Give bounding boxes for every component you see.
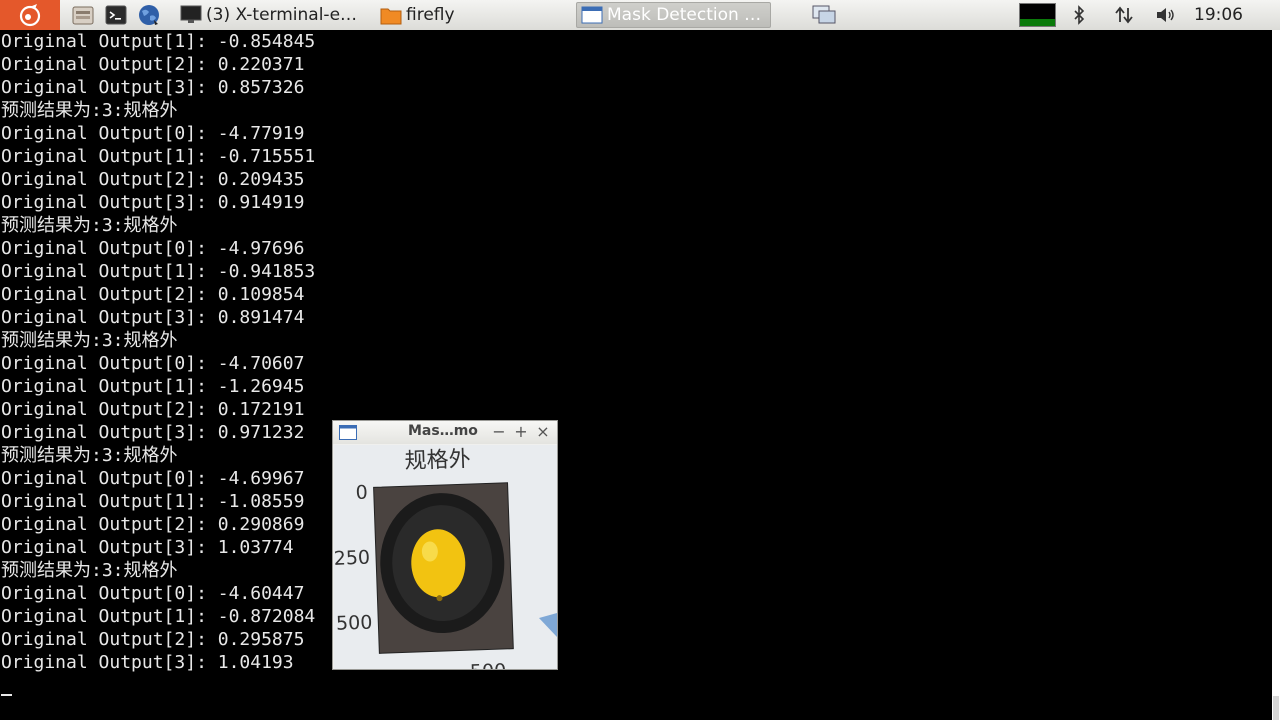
cpu-usage-bar: [1020, 19, 1055, 26]
terminal-line: Original Output[0]: -4.77919: [1, 123, 305, 144]
terminal-line: Original Output[1]: -1.08559: [1, 491, 305, 512]
terminal-line: Original Output[3]: 0.971232: [1, 422, 305, 443]
terminal-line: Original Output[1]: -0.715551: [1, 146, 316, 167]
window-icon: [339, 425, 357, 440]
terminal-line: Original Output[2]: 0.290869: [1, 514, 305, 535]
plot-title: 规格外: [404, 447, 471, 474]
terminal-line: Original Output[2]: 0.172191: [1, 399, 305, 420]
terminal-line: 预测结果为:3:规格外: [1, 560, 178, 581]
terminal-line: 预测结果为:3:规格外: [1, 215, 178, 236]
clock[interactable]: 19:06: [1194, 0, 1243, 30]
terminal-icon[interactable]: [105, 4, 127, 26]
terminal-line: 预测结果为:3:规格外: [1, 330, 178, 351]
bluetooth-icon[interactable]: [1069, 5, 1089, 25]
desktop-switch-icon[interactable]: [811, 4, 837, 26]
terminal-line: Original Output[1]: -1.26945: [1, 376, 305, 397]
task-label: (3) X-terminal-e…: [206, 5, 358, 25]
terminal-line: Original Output[2]: 0.109854: [1, 284, 305, 305]
monitor-icon: [180, 5, 202, 23]
y-tick-label: 250: [334, 547, 370, 570]
taskbar: (3) X-terminal-e… firefly Mask Detection ……: [0, 0, 1280, 31]
cpu-usage-monitor[interactable]: [1019, 3, 1056, 27]
y-tick-label: 500: [336, 612, 373, 635]
task-label: Mask Detection …: [607, 5, 762, 25]
terminal-line: Original Output[2]: 0.209435: [1, 169, 305, 190]
globe-icon[interactable]: [138, 4, 160, 26]
window-icon: [581, 6, 603, 24]
plot-canvas: 规格外 0 250 500 500: [334, 445, 557, 669]
task-button-firefly[interactable]: firefly: [376, 2, 566, 28]
file-manager-icon[interactable]: [72, 4, 94, 26]
terminal-scrollbar-thumb[interactable]: [1273, 696, 1279, 720]
terminal-line: Original Output[1]: -0.941853: [1, 261, 316, 282]
terminal-window[interactable]: Original Output[1]: -0.854845 Original Ou…: [0, 30, 1272, 720]
task-label: firefly: [406, 5, 455, 25]
mask-window-title: Mas…mo: [408, 423, 478, 439]
terminal-line: Original Output[3]: 0.857326: [1, 77, 305, 98]
terminal-cursor: [1, 694, 12, 696]
plot-figure: 规格外 0 250 500 500: [334, 445, 557, 669]
terminal-line: Original Output[3]: 1.04193: [1, 652, 294, 673]
terminal-line: 预测结果为:3:规格外: [1, 445, 178, 466]
folder-icon: [380, 8, 402, 25]
mask-window-titlebar[interactable]: Mas…mo − + ×: [333, 421, 557, 444]
terminal-line: Original Output[0]: -4.97696: [1, 238, 305, 259]
close-button[interactable]: ×: [534, 422, 552, 442]
terminal-line: Original Output[2]: 0.295875: [1, 629, 305, 650]
minimize-button[interactable]: −: [490, 422, 508, 442]
maximize-button[interactable]: +: [512, 422, 530, 442]
volume-icon[interactable]: [1155, 5, 1177, 25]
task-button-mask-detection[interactable]: Mask Detection …: [576, 2, 771, 28]
app-menu-icon: [19, 4, 41, 27]
task-button-3-x-terminal-e[interactable]: (3) X-terminal-e…: [176, 2, 364, 28]
terminal-line: Original Output[1]: -0.872084: [1, 606, 316, 627]
x-tick-label: 500: [470, 660, 507, 669]
terminal-line: Original Output[1]: -0.854845: [1, 31, 316, 52]
terminal-line: Original Output[3]: 0.891474: [1, 307, 305, 328]
terminal-line: Original Output[3]: 0.914919: [1, 192, 305, 213]
app-menu-button[interactable]: [0, 0, 60, 30]
terminal-scrollbar[interactable]: [1272, 30, 1280, 720]
terminal-line: Original Output[0]: -4.70607: [1, 353, 305, 374]
terminal-line: Original Output[0]: -4.69967: [1, 468, 305, 489]
terminal-line: Original Output[2]: 0.220371: [1, 54, 305, 75]
y-tick-label: 0: [355, 482, 368, 504]
network-arrows-icon[interactable]: [1114, 5, 1134, 25]
terminal-line: Original Output[0]: -4.60447: [1, 583, 305, 604]
terminal-line: Original Output[3]: 1.03774: [1, 537, 294, 558]
mask-detection-window[interactable]: Mas…mo − + × 规格外 0 250 500 500: [332, 420, 558, 670]
terminal-line: 预测结果为:3:规格外: [1, 100, 178, 121]
